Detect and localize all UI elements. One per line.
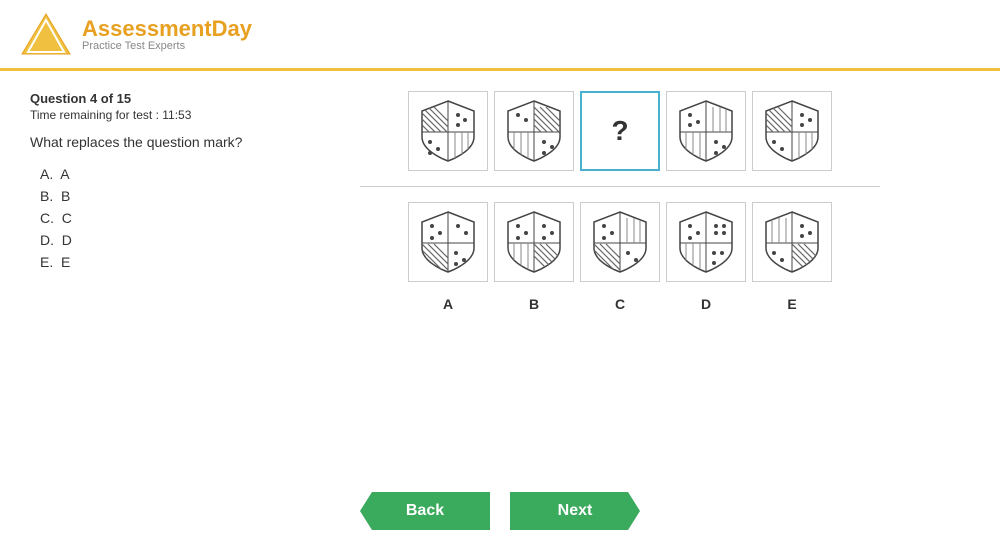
answer-shield-d[interactable] xyxy=(666,202,746,282)
header: AssessmentDay Practice Test Experts xyxy=(0,0,1000,71)
answer-label-e: E xyxy=(752,296,832,312)
option-b[interactable]: B. B xyxy=(40,188,250,204)
answer-label-a: A xyxy=(408,296,488,312)
sequence-item-3-question: ? xyxy=(580,91,660,171)
question-info: Question 4 of 15 Time remaining for test… xyxy=(30,91,250,122)
sequence-item-2 xyxy=(494,91,574,171)
sequence-row-top: ? xyxy=(408,91,832,171)
sequence-item-1 xyxy=(408,91,488,171)
option-d[interactable]: D. D xyxy=(40,232,250,248)
left-panel: Question 4 of 15 Time remaining for test… xyxy=(30,91,250,312)
option-c[interactable]: C. C xyxy=(40,210,250,226)
answer-label-b: B xyxy=(494,296,574,312)
sequence-item-5 xyxy=(752,91,832,171)
next-button[interactable]: Next xyxy=(510,492,640,530)
answer-shield-a[interactable] xyxy=(408,202,488,282)
answer-shield-c[interactable] xyxy=(580,202,660,282)
logo-brand-main: Assessment xyxy=(82,16,212,41)
answer-row xyxy=(408,202,832,282)
question-mark: ? xyxy=(611,115,628,147)
main-content: Question 4 of 15 Time remaining for test… xyxy=(0,71,1000,332)
answer-label-row: A B C D E xyxy=(408,292,832,312)
answer-shield-e[interactable] xyxy=(752,202,832,282)
answer-label-c: C xyxy=(580,296,660,312)
question-text: What replaces the question mark? xyxy=(30,134,250,150)
logo-icon xyxy=(20,10,72,58)
back-button[interactable]: Back xyxy=(360,492,490,530)
footer: Back Next xyxy=(360,492,640,530)
question-number: Question 4 of 15 xyxy=(30,91,250,106)
answer-options: A. A B. B C. C D. D E. E xyxy=(30,166,250,270)
answer-label-d: D xyxy=(666,296,746,312)
time-remaining: Time remaining for test : 11:53 xyxy=(30,108,250,122)
logo: AssessmentDay Practice Test Experts xyxy=(20,10,252,58)
sequence-item-4 xyxy=(666,91,746,171)
section-divider xyxy=(360,186,880,187)
option-a[interactable]: A. A xyxy=(40,166,250,182)
logo-brand-accent: Day xyxy=(212,16,252,41)
answer-shield-b[interactable] xyxy=(494,202,574,282)
logo-text: AssessmentDay Practice Test Experts xyxy=(82,16,252,52)
option-e[interactable]: E. E xyxy=(40,254,250,270)
right-panel: ? xyxy=(270,91,970,312)
